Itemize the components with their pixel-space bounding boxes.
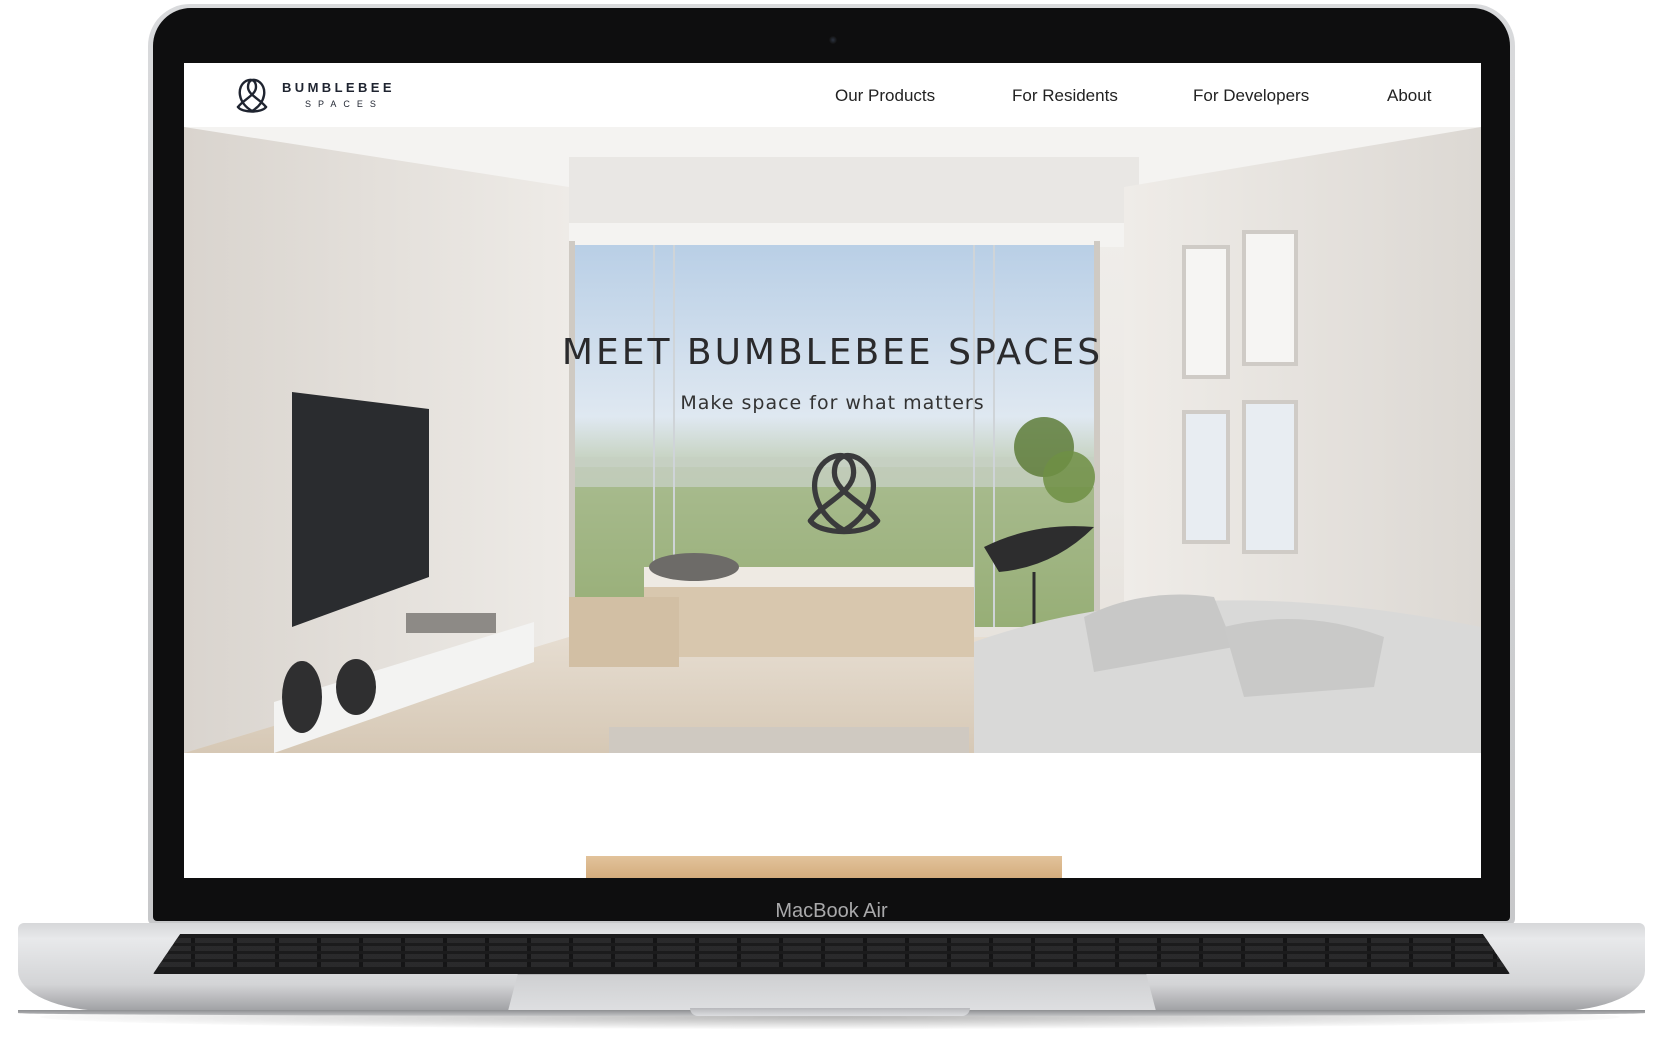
nav-about[interactable]: About — [1387, 86, 1431, 106]
nav-our-products[interactable]: Our Products — [835, 86, 935, 106]
hero-section: MEET BUMBLEBEE SPACES Make space for wha… — [184, 127, 1481, 753]
keyboard — [153, 934, 1510, 974]
hero-room-illustration — [184, 127, 1481, 753]
nav-for-developers[interactable]: For Developers — [1193, 86, 1309, 106]
trackpad — [508, 974, 1156, 1011]
brand-name[interactable]: BUMBLEBEE — [282, 80, 395, 95]
laptop-notch — [690, 1008, 970, 1016]
hero-title: MEET BUMBLEBEE SPACES — [561, 332, 1104, 373]
site-header: BUMBLEBEE SPACES Our Products For Reside… — [184, 63, 1481, 127]
bumblebee-logo-icon[interactable] — [232, 77, 272, 113]
browser-viewport: BUMBLEBEE SPACES Our Products For Reside… — [184, 63, 1481, 878]
content-section — [184, 753, 1481, 878]
hero-subtitle: Make space for what matters — [680, 392, 985, 414]
laptop-model-label: MacBook Air — [775, 900, 888, 922]
bumblebee-logo-icon — [807, 452, 881, 535]
brand-subtitle: SPACES — [305, 99, 383, 109]
camera-icon — [829, 36, 837, 44]
product-image-preview — [586, 856, 1062, 878]
nav-for-residents[interactable]: For Residents — [1012, 86, 1118, 106]
